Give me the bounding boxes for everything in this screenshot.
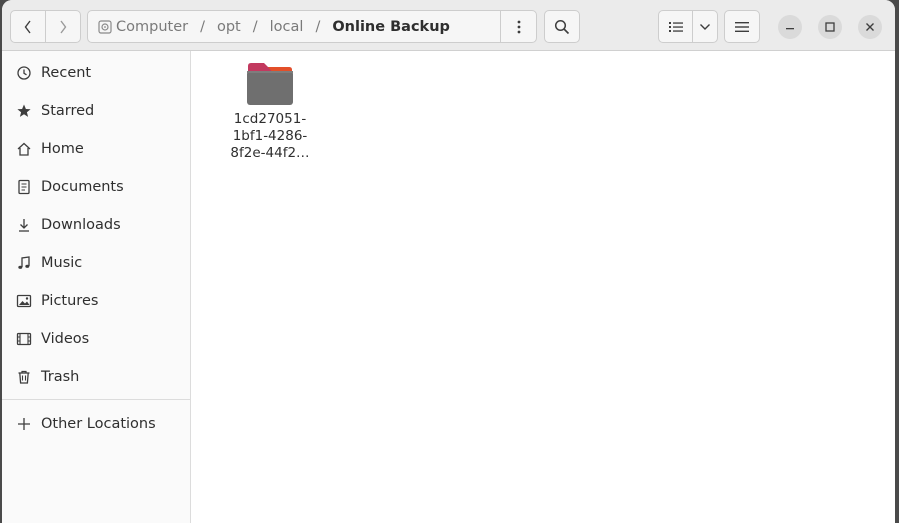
navigation-buttons xyxy=(10,10,81,43)
view-toggle-group xyxy=(658,10,718,43)
maximize-icon xyxy=(825,22,835,32)
sidebar-item-label: Home xyxy=(41,141,84,157)
search-icon xyxy=(554,19,570,34)
breadcrumb-opt[interactable]: opt xyxy=(213,19,245,35)
chevron-down-icon xyxy=(700,23,710,30)
breadcrumb-separator: / xyxy=(200,18,205,35)
path-menu-button[interactable] xyxy=(500,11,536,42)
chevron-left-icon xyxy=(24,20,31,33)
sidebar-item-label: Pictures xyxy=(41,293,99,309)
sidebar-item-label: Music xyxy=(41,255,83,271)
sidebar-item-other-locations[interactable]: Other Locations xyxy=(2,407,190,441)
sidebar-item-music[interactable]: Music xyxy=(2,246,190,280)
folder-icon xyxy=(246,61,294,107)
sidebar-item-label: Starred xyxy=(41,103,95,119)
list-view-icon xyxy=(668,21,683,32)
sidebar-divider xyxy=(2,399,190,400)
sidebar-item-label: Trash xyxy=(41,369,80,385)
back-button[interactable] xyxy=(11,11,45,42)
file-view: 1cd27051- 1bf1-4286- 8f2e-44f2… xyxy=(191,51,895,523)
folder-name: 1cd27051- 1bf1-4286- 8f2e-44f2… xyxy=(225,111,315,162)
sidebar-item-label: Downloads xyxy=(41,217,121,233)
close-button[interactable] xyxy=(858,15,882,39)
folder-name-line: 1bf1-4286- xyxy=(232,128,308,144)
breadcrumb-computer[interactable]: Computer xyxy=(112,19,192,35)
minimize-button[interactable] xyxy=(778,15,802,39)
star-icon xyxy=(15,102,33,120)
forward-button[interactable] xyxy=(45,11,80,42)
sidebar-item-label: Videos xyxy=(41,331,90,347)
sidebar-item-label: Recent xyxy=(41,65,92,81)
sidebar-item-label: Other Locations xyxy=(41,416,156,432)
breadcrumb-separator: / xyxy=(315,18,321,35)
trash-icon xyxy=(15,368,33,386)
breadcrumb-online-backup[interactable]: Online Backup xyxy=(328,19,454,35)
drive-icon xyxy=(98,19,112,34)
picture-icon xyxy=(15,292,33,310)
folder-item[interactable]: 1cd27051- 1bf1-4286- 8f2e-44f2… xyxy=(225,61,315,162)
list-view-button[interactable] xyxy=(659,11,692,42)
sidebar-item-trash[interactable]: Trash xyxy=(2,360,190,394)
breadcrumb-local[interactable]: local xyxy=(266,19,308,35)
hamburger-icon xyxy=(735,21,749,32)
video-icon xyxy=(15,330,33,348)
main-menu-button[interactable] xyxy=(724,10,760,43)
sidebar-item-starred[interactable]: Starred xyxy=(2,94,190,128)
sidebar: Recent Starred Home Documents Downloads … xyxy=(2,51,191,523)
folder-name-line: 1cd27051- xyxy=(233,111,307,127)
sidebar-item-documents[interactable]: Documents xyxy=(2,170,190,204)
vertical-dots-icon xyxy=(517,20,520,33)
minimize-icon xyxy=(786,28,794,30)
sidebar-item-recent[interactable]: Recent xyxy=(2,56,190,90)
download-icon xyxy=(15,216,33,234)
view-options-button[interactable] xyxy=(692,11,717,42)
close-icon xyxy=(866,23,874,31)
breadcrumb-separator: / xyxy=(252,18,258,35)
sidebar-item-pictures[interactable]: Pictures xyxy=(2,284,190,318)
document-icon xyxy=(15,178,33,196)
folder-name-line: 8f2e-44f2… xyxy=(230,145,310,161)
maximize-button[interactable] xyxy=(818,15,842,39)
sidebar-item-videos[interactable]: Videos xyxy=(2,322,190,356)
clock-icon xyxy=(15,64,33,82)
plus-icon xyxy=(15,415,33,433)
search-button[interactable] xyxy=(544,10,580,43)
sidebar-item-home[interactable]: Home xyxy=(2,132,190,166)
path-bar: Computer / opt / local / Online Backup xyxy=(87,10,537,43)
header-bar: Computer / opt / local / Online Backup xyxy=(2,0,895,51)
chevron-right-icon xyxy=(60,20,67,33)
music-icon xyxy=(15,254,33,272)
sidebar-item-label: Documents xyxy=(41,179,124,195)
sidebar-item-downloads[interactable]: Downloads xyxy=(2,208,190,242)
file-manager-window: Computer / opt / local / Online Backup R… xyxy=(2,0,895,523)
home-icon xyxy=(15,140,33,158)
